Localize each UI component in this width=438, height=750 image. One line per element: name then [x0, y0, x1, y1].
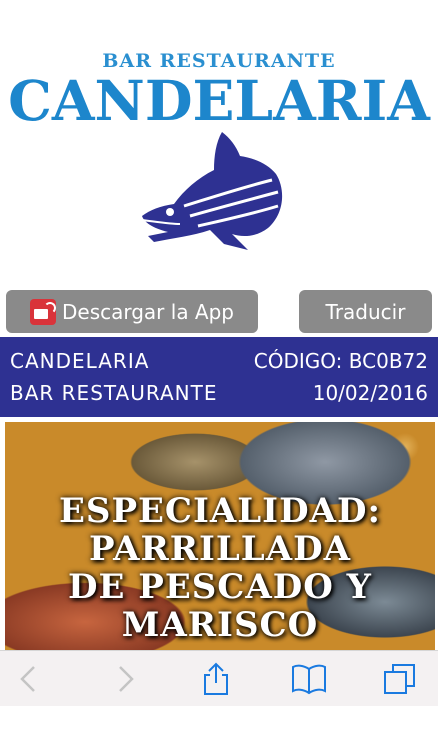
bookmarks-icon[interactable]: [291, 661, 327, 697]
tabs-icon[interactable]: [382, 661, 418, 697]
banner-line: DE PESCADO Y: [68, 567, 372, 607]
banner-line: ESPECIALIDAD:: [58, 491, 381, 531]
date-label: 10/02/2016: [312, 381, 428, 405]
banner-text: ESPECIALIDAD: PARRILLADA DE PESCADO Y MA…: [5, 492, 435, 644]
forward-icon[interactable]: [106, 661, 142, 697]
logo-title: CANDELARIA: [8, 68, 430, 133]
specialty-banner: ESPECIALIDAD: PARRILLADA DE PESCADO Y MA…: [5, 422, 435, 650]
banner-line: PARRILLADA: [89, 529, 351, 569]
restaurant-type: BAR RESTAURANTE: [10, 381, 218, 405]
browser-toolbar: [0, 650, 438, 707]
info-bar: CANDELARIA BAR RESTAURANTE CÓDIGO: BC0B7…: [0, 337, 438, 417]
restaurant-logo: BAR RESTAURANTE CANDELARIA: [0, 0, 438, 285]
banner-line: MARISCO: [121, 605, 319, 645]
back-icon[interactable]: [12, 661, 48, 697]
fish-icon: [141, 132, 283, 250]
translate-label: Traducir: [325, 299, 406, 324]
download-app-label: Descargar la App: [61, 299, 235, 324]
translate-button[interactable]: Traducir: [299, 290, 432, 333]
share-icon[interactable]: [198, 661, 234, 697]
restaurant-name: CANDELARIA: [10, 349, 150, 373]
app-download-icon: [29, 298, 56, 325]
code-label: CÓDIGO: BC0B72: [253, 349, 428, 373]
page-bottom: [0, 706, 438, 750]
download-app-button[interactable]: Descargar la App: [6, 290, 258, 333]
